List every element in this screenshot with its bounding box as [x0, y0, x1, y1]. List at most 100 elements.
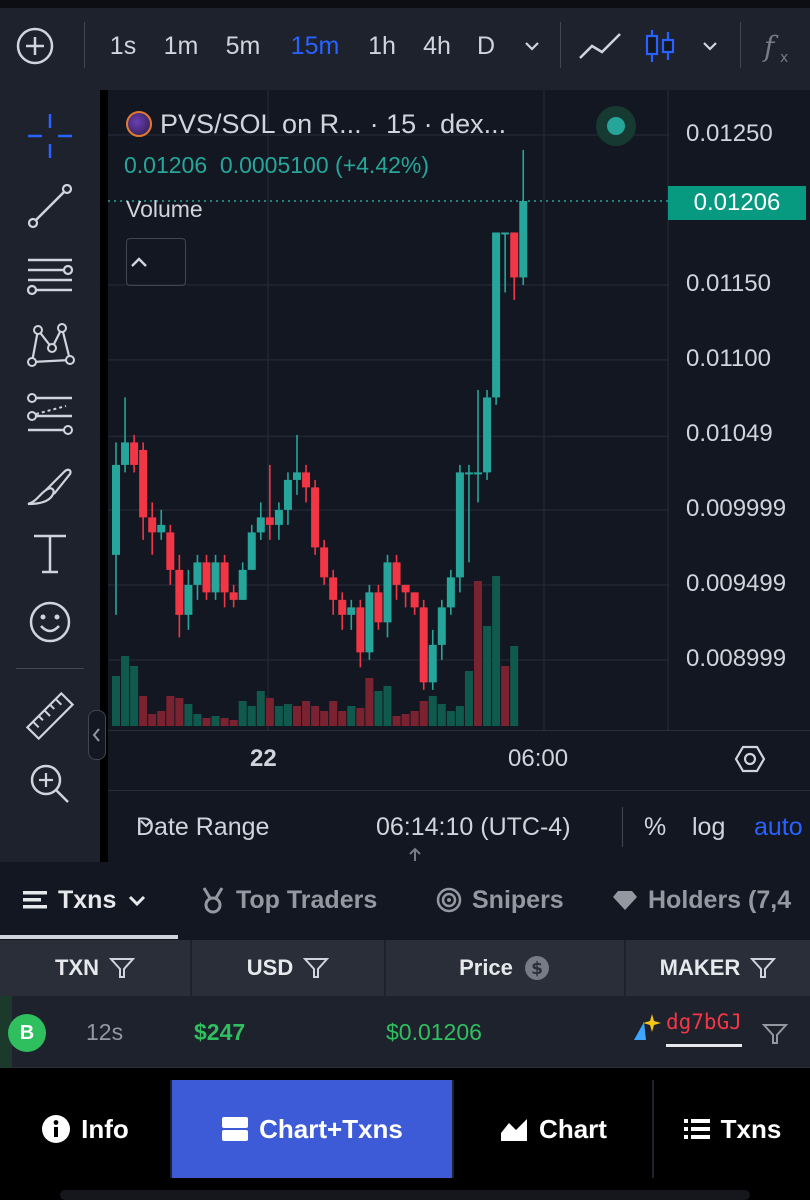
filter-maker-button[interactable]	[761, 996, 789, 1068]
svg-text:$: $	[531, 959, 543, 979]
column-txn[interactable]: TXN	[0, 940, 190, 996]
timezone-clock[interactable]: 06:14:10 (UTC-4)	[376, 813, 571, 842]
brush-icon	[27, 468, 72, 506]
pattern-tool[interactable]	[22, 316, 78, 372]
maker-link[interactable]: dg7bGJ	[632, 996, 752, 1068]
volume-bar	[130, 666, 139, 726]
auto-scale-button[interactable]: auto	[754, 813, 803, 842]
interval-1s[interactable]: 1s	[104, 26, 142, 66]
zoom-tool[interactable]	[22, 756, 78, 812]
smiley-icon	[29, 601, 71, 643]
volume-bar	[383, 686, 392, 726]
txn-usd: $247	[194, 1019, 246, 1045]
nav-chart[interactable]: Chart	[454, 1080, 652, 1178]
time-axis[interactable]: 22 06:00	[108, 730, 810, 790]
column-usd[interactable]: USD	[192, 940, 384, 996]
sparkle-icon	[634, 1014, 661, 1040]
chart-style-line-button[interactable]	[574, 26, 626, 66]
crosshair-tool[interactable]	[22, 108, 78, 164]
candle-body	[446, 577, 455, 608]
table-row[interactable]: B 12s $247 $0.01206 dg7bGJ	[0, 996, 810, 1068]
zoom-in-icon	[30, 764, 69, 803]
volume-bar	[356, 708, 365, 726]
chart-style-menu-button[interactable]	[696, 26, 724, 66]
price-axis-label: 0.009999	[686, 495, 787, 522]
horizontal-lines-icon	[26, 258, 74, 296]
volume-bar	[175, 698, 184, 726]
nav-info[interactable]: Info	[0, 1080, 170, 1178]
tab-holders[interactable]: Holders (7,4	[612, 862, 791, 938]
volume-bar	[148, 714, 157, 726]
interval-15m[interactable]: 15m	[284, 26, 346, 66]
volume-bar	[229, 720, 238, 726]
volume-bar	[256, 691, 265, 726]
indicators-button[interactable]: f x	[760, 26, 798, 66]
volume-bar	[510, 646, 519, 726]
interval-4h[interactable]: 4h	[416, 26, 458, 66]
interval-menu-button[interactable]	[518, 26, 546, 66]
chart-settings-button[interactable]	[734, 743, 766, 775]
volume-bar	[464, 671, 473, 726]
chevron-up-icon	[131, 257, 147, 267]
fib-retracement-tool[interactable]	[22, 248, 78, 304]
interval-1m[interactable]: 1m	[158, 26, 204, 66]
currency-toggle-icon: $	[524, 956, 549, 980]
toolbar-collapse-button[interactable]	[88, 710, 106, 760]
trend-line-tool[interactable]	[22, 178, 78, 234]
nav-txns[interactable]: Txns	[654, 1080, 810, 1178]
token-logo	[126, 111, 152, 137]
chart-style-candles-button[interactable]	[640, 26, 680, 66]
add-symbol-button[interactable]	[14, 26, 56, 66]
date-range-button[interactable]: Date Range	[136, 813, 269, 842]
tab-snipers[interactable]: Snipers	[436, 862, 564, 938]
candle-body	[338, 599, 347, 615]
log-scale-button[interactable]: log	[692, 813, 725, 842]
tab-txns-label: Txns	[58, 886, 117, 914]
measure-tool[interactable]	[22, 688, 78, 744]
chart-bottom-bar: Date Range 06:14:10 (UTC-4) % log auto	[108, 790, 810, 862]
forecast-tool[interactable]	[22, 386, 78, 442]
text-tool[interactable]	[22, 526, 78, 582]
home-indicator-area	[0, 1178, 810, 1200]
tab-top-traders[interactable]: Top Traders	[200, 862, 377, 938]
interval-1h[interactable]: 1h	[362, 26, 402, 66]
interval-d[interactable]: D	[472, 26, 500, 66]
volume-bar	[202, 718, 211, 726]
diamond-icon	[613, 891, 637, 910]
price-chart[interactable]: PVS/SOL on R... · 15 · dex... 0.01206 0.…	[108, 90, 810, 862]
volume-bar	[211, 716, 220, 726]
volume-bar	[365, 678, 374, 726]
plus-circle-icon	[16, 27, 54, 65]
ohlc-values: 0.01206 0.0005100 (+4.42%)	[124, 152, 429, 179]
bottom-divider	[622, 807, 623, 847]
toolbar-divider	[560, 22, 561, 68]
candle-body	[148, 517, 157, 533]
brush-tool[interactable]	[22, 458, 78, 514]
toolbar-divider	[740, 22, 741, 68]
candle-body	[374, 592, 383, 623]
chevron-down-icon	[129, 895, 146, 907]
filter-icon	[303, 958, 330, 978]
percent-scale-button[interactable]: %	[644, 813, 666, 842]
txn-panel-tabs: Txns Top Traders Snipers Holders (7,4	[0, 862, 810, 940]
emoji-tool[interactable]	[22, 594, 78, 650]
candle-body	[283, 479, 292, 510]
volume-bar	[338, 711, 347, 726]
price-axis-label: 0.01100	[686, 345, 771, 372]
info-icon	[42, 1115, 71, 1143]
candle-body	[193, 562, 202, 585]
settings-hexagon-icon	[734, 745, 766, 773]
legend-collapse-button[interactable]	[126, 238, 186, 286]
candle-body	[519, 200, 528, 278]
column-price[interactable]: Price $	[386, 940, 624, 996]
interval-5m[interactable]: 5m	[220, 26, 266, 66]
series-legend[interactable]: PVS/SOL on R... · 15 · dex...	[126, 104, 506, 144]
price-axis-label: 0.01150	[686, 270, 771, 297]
tab-txns[interactable]: Txns	[22, 862, 148, 938]
volume-bar	[474, 581, 482, 726]
candle-body	[356, 607, 365, 653]
close-value: 0.01206	[124, 152, 208, 178]
volume-bar	[410, 711, 419, 726]
tab-top-traders-label: Top Traders	[236, 886, 378, 914]
nav-chart-txns[interactable]: Chart+Txns	[172, 1080, 452, 1178]
